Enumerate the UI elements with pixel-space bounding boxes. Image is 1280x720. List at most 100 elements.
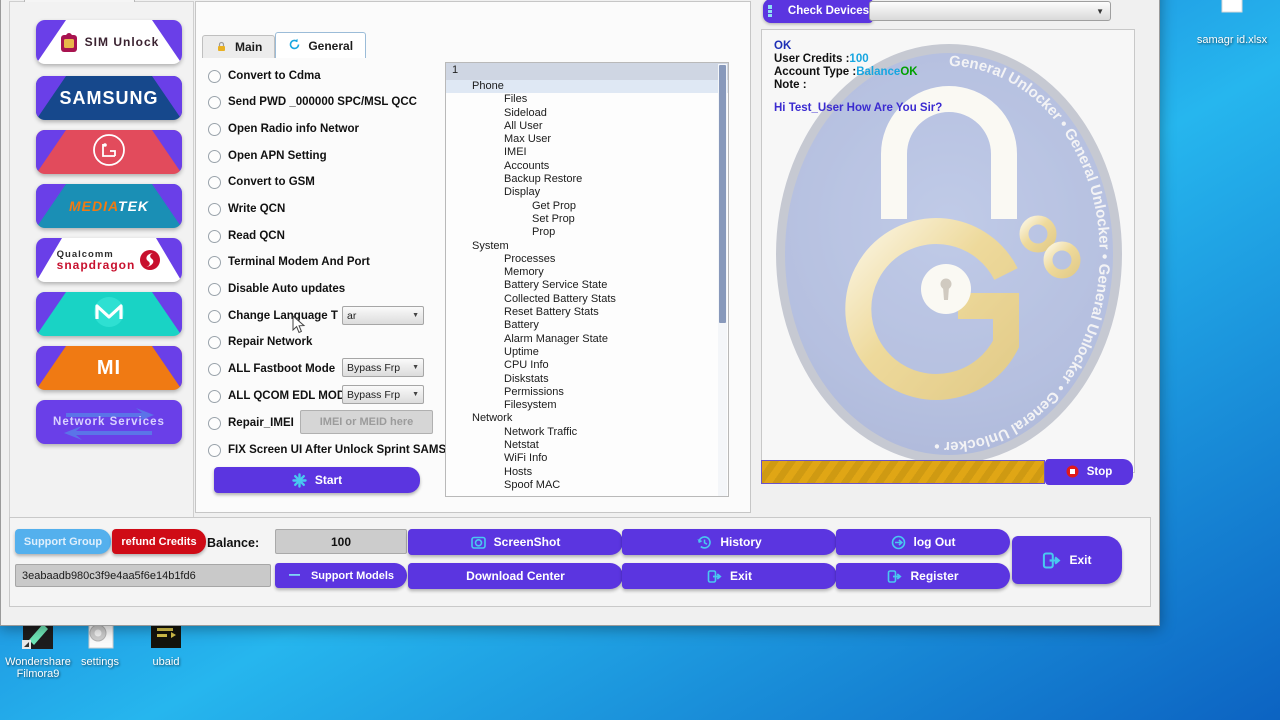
license-key-input[interactable]: 3eabaadb980c3f9e4aa5f6e14b1fd6 <box>15 564 271 587</box>
tree-node[interactable]: Battery <box>446 319 728 332</box>
tree-node[interactable]: Backup Restore <box>446 173 728 186</box>
register-button[interactable]: Register <box>836 563 1010 589</box>
option-fix-screen-ui-after-unlock-sprint-samsung[interactable]: FIX Screen UI After Unlock Sprint SAMSUN… <box>208 440 472 460</box>
stop-button[interactable]: Stop <box>1045 459 1133 485</box>
status-log-box: General Unlocker • General Unlocker • Ge… <box>761 29 1135 473</box>
tree-scrollbar[interactable] <box>718 64 727 496</box>
tree-node[interactable]: Display <box>446 186 728 199</box>
tree-node[interactable]: Hosts <box>446 466 728 479</box>
option-change-language-to[interactable]: Change Language T <box>208 306 338 326</box>
tree-node[interactable]: System <box>446 240 728 253</box>
exit-button-1[interactable]: Exit <box>622 563 837 589</box>
radio-icon[interactable] <box>208 149 221 163</box>
desktop-icon-samagrid-xlsx[interactable]: samagr id.xlsx <box>1194 0 1270 46</box>
radio-icon[interactable] <box>208 362 221 376</box>
option-label: ALL Fastboot Mode <box>228 363 336 375</box>
radio-icon[interactable] <box>208 175 221 189</box>
tree-node[interactable]: Network Traffic <box>446 426 728 439</box>
radio-icon[interactable] <box>208 335 221 349</box>
support-group-button[interactable]: Support Group <box>15 529 111 554</box>
tab-main[interactable]: Main <box>202 35 276 58</box>
tab-general[interactable]: General <box>275 32 367 58</box>
tree-node[interactable]: Files <box>446 93 728 106</box>
history-button[interactable]: History <box>622 529 837 555</box>
option-read-qcn[interactable]: Read QCN <box>208 226 285 246</box>
device-select[interactable]: ▼ <box>869 1 1111 21</box>
start-button[interactable]: Start <box>214 467 420 493</box>
option-repair-imei[interactable]: Repair_IMEI <box>208 413 294 433</box>
radio-icon[interactable] <box>208 416 221 430</box>
option-convert-to-gsm[interactable]: Convert to GSM <box>208 172 315 192</box>
tree-node[interactable]: Collected Battery Stats <box>446 293 728 306</box>
tree-node[interactable]: Accounts <box>446 160 728 173</box>
fastboot-mode-select[interactable]: Bypass Frp ▼ <box>342 358 424 377</box>
brand-sim-unlock[interactable]: SIM Unlock <box>36 20 182 64</box>
log-credits-label: User Credits : <box>774 53 850 65</box>
radio-icon[interactable] <box>208 389 221 403</box>
brand-lg[interactable] <box>36 130 182 174</box>
brand-motorola[interactable] <box>36 292 182 336</box>
tree-node[interactable]: Set Prop <box>446 213 728 226</box>
tree-node[interactable]: Uptime <box>446 346 728 359</box>
supported-models-tab[interactable]: Supported Models <box>24 0 136 2</box>
option-open-radio-info-network[interactable]: Open Radio info Networ <box>208 119 359 139</box>
edl-mode-select[interactable]: Bypass Frp ▼ <box>342 385 424 404</box>
tree-node[interactable]: IMEI <box>446 146 728 159</box>
language-select[interactable]: ar ▼ <box>342 306 424 325</box>
radio-icon[interactable] <box>208 95 221 109</box>
tree-node[interactable]: Processes <box>446 253 728 266</box>
option-convert-to-cdma[interactable]: Convert to Cdma <box>208 66 321 86</box>
tree-node[interactable]: Battery Service State <box>446 279 728 292</box>
check-devices-button[interactable]: Check Devices <box>763 0 873 23</box>
log-greeting: Hi Test_User How Are You Sir? <box>774 102 943 114</box>
radio-icon[interactable] <box>208 255 221 269</box>
support-models-button[interactable]: Support Models <box>275 563 407 588</box>
radio-icon[interactable] <box>208 202 221 216</box>
imei-input[interactable]: IMEI or MEID here <box>300 410 433 434</box>
device-info-tree[interactable]: 1 Phone Files Sideload All User Max User IMEI… <box>445 62 729 497</box>
brand-samsung[interactable]: SAMSUNG <box>36 76 182 120</box>
tree-node[interactable]: Get Prop <box>446 200 728 213</box>
motorola-logo-icon <box>89 295 129 334</box>
tree-node[interactable]: Filesystem <box>446 399 728 412</box>
option-all-qcom-edl-mode[interactable]: ALL QCOM EDL MODE <box>208 386 353 406</box>
option-disable-auto-updates[interactable]: Disable Auto updates <box>208 279 345 299</box>
tree-node[interactable]: WiFi Info <box>446 452 728 465</box>
option-all-fastboot-mode[interactable]: ALL Fastboot Mode <box>208 359 335 379</box>
tree-node[interactable]: All User <box>446 120 728 133</box>
tree-node[interactable]: Spoof MAC <box>446 479 728 492</box>
tree-node[interactable]: Reset Battery Stats <box>446 306 728 319</box>
radio-icon[interactable] <box>208 69 221 83</box>
radio-icon[interactable] <box>208 443 221 457</box>
camera-icon <box>470 535 486 550</box>
option-send-pwd-spc-msl-qcc[interactable]: Send PWD _000000 SPC/MSL QCC <box>208 92 417 112</box>
screenshot-button[interactable]: ScreenShot <box>408 529 623 555</box>
brand-mi[interactable]: MI <box>36 346 182 390</box>
tree-node[interactable]: Phone <box>446 80 728 94</box>
option-terminal-modem-and-port[interactable]: Terminal Modem And Port <box>208 252 370 272</box>
radio-icon[interactable] <box>208 309 221 323</box>
tree-node[interactable]: Max User <box>446 133 728 146</box>
download-center-button[interactable]: Download Center <box>408 563 623 589</box>
radio-icon[interactable] <box>208 229 221 243</box>
tree-node[interactable]: Memory <box>446 266 728 279</box>
option-open-apn-setting[interactable]: Open APN Setting <box>208 146 327 166</box>
tree-node[interactable]: Permissions <box>446 386 728 399</box>
tree-scrollbar-thumb[interactable] <box>719 65 726 323</box>
exit-button-2[interactable]: Exit <box>1012 536 1122 584</box>
tree-node[interactable]: Sideload <box>446 107 728 120</box>
tree-node[interactable]: Diskstats <box>446 373 728 386</box>
radio-icon[interactable] <box>208 122 221 136</box>
brand-qualcomm-snapdragon[interactable]: Qualcomm snapdragon <box>36 238 182 282</box>
tree-node[interactable]: Alarm Manager State <box>446 333 728 346</box>
brand-mediatek[interactable]: MEDIATEK <box>36 184 182 228</box>
tree-node[interactable]: CPU Info <box>446 359 728 372</box>
refund-credits-button[interactable]: refund Credits <box>112 529 206 554</box>
logout-button[interactable]: log Out <box>836 529 1010 555</box>
tree-node[interactable]: Netstat <box>446 439 728 452</box>
radio-icon[interactable] <box>208 282 221 296</box>
tree-node[interactable]: Network <box>446 412 728 425</box>
brand-network-services[interactable]: Network Services <box>36 400 182 444</box>
tree-node[interactable]: Prop <box>446 226 728 239</box>
option-write-qcn[interactable]: Write QCN <box>208 199 285 219</box>
